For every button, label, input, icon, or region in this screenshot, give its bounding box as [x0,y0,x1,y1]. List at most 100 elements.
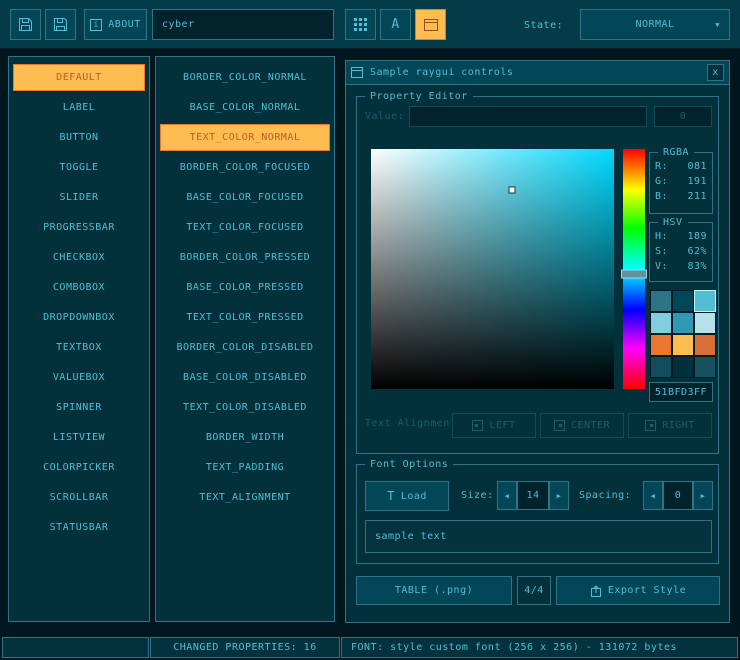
font-info-text: FONT: style custom font (256 x 256) - 13… [351,642,677,653]
save-style-button[interactable] [45,9,76,40]
load-font-button[interactable]: T Load [365,481,449,511]
property-item-text_color_disabled[interactable]: TEXT_COLOR_DISABLED [160,394,330,421]
table-png-button[interactable]: TABLE (.png) [356,576,512,605]
property-item-border_width[interactable]: BORDER_WIDTH [160,424,330,451]
align-left-icon [472,420,483,431]
arrow-left-icon: ◀ [505,492,510,500]
control-item-colorpicker[interactable]: COLORPICKER [13,454,145,481]
value-label: Value: [365,111,404,122]
state-dropdown[interactable]: NORMAL ▼ [580,9,730,40]
close-button[interactable]: x [707,64,724,81]
window-body: Property Editor Value: 0 RGBA [346,86,729,622]
style-name-value: cyber [162,19,195,30]
style-color-swatch[interactable] [650,356,672,378]
style-color-swatch[interactable] [650,290,672,312]
spacing-value-box[interactable]: 0 [663,481,693,510]
control-item-textbox[interactable]: TEXTBOX [13,334,145,361]
property-item-border_color_pressed[interactable]: BORDER_COLOR_PRESSED [160,244,330,271]
load-style-button[interactable] [10,9,41,40]
style-name-input[interactable]: cyber [152,9,334,40]
control-item-default[interactable]: DEFAULT [13,64,145,91]
statusbar-changed-properties: CHANGED PROPERTIES: 16 [150,637,340,658]
align-center-button[interactable]: CENTER [540,413,624,438]
spacing-increase-button[interactable]: ▶ [693,481,713,510]
control-item-listview[interactable]: LISTVIEW [13,424,145,451]
style-color-swatch[interactable] [672,312,694,334]
text-alignment-label: Text Alignment: [365,418,451,429]
style-color-swatch[interactable] [672,290,694,312]
property-item-text_color_normal[interactable]: TEXT_COLOR_NORMAL [160,124,330,151]
spacing-label: Spacing: [579,490,631,501]
arrow-right-icon: ▶ [701,492,706,500]
align-left-button[interactable]: LEFT [452,413,536,438]
grid-icon [354,18,367,31]
property-item-border_color_normal[interactable]: BORDER_COLOR_NORMAL [160,64,330,91]
table-png-label: TABLE (.png) [395,585,473,596]
statusbar-left-segment [2,637,149,658]
property-value-counter[interactable]: 0 [654,106,712,127]
style-table-button[interactable] [345,9,376,40]
font-letter-icon: A [391,17,399,32]
style-color-swatch[interactable] [672,356,694,378]
style-colors-grid [650,290,716,378]
style-color-swatch[interactable] [694,290,716,312]
style-color-swatch[interactable] [672,334,694,356]
control-item-scrollbar[interactable]: SCROLLBAR [13,484,145,511]
size-value-box[interactable]: 14 [517,481,549,510]
rgba-group: RGBA R:081 G:191 B:211 [649,152,713,214]
font-options-group: Font Options T Load Size: ◀ 14 ▶ Spacing… [356,464,719,564]
color-picker-panel[interactable] [371,149,614,389]
style-color-swatch[interactable] [650,312,672,334]
table-page-count: 4/4 [524,585,544,596]
control-item-progressbar[interactable]: PROGRESSBAR [13,214,145,241]
about-label: ABOUT [108,19,141,30]
property-item-base_color_pressed[interactable]: BASE_COLOR_PRESSED [160,274,330,301]
property-value-input[interactable] [409,106,647,127]
hex-color-value: 51BFD3FF [655,387,707,398]
property-item-text_color_focused[interactable]: TEXT_COLOR_FOCUSED [160,214,330,241]
hue-slider-handle[interactable] [621,269,647,278]
control-item-button[interactable]: BUTTON [13,124,145,151]
color-picker-cursor[interactable] [508,186,515,193]
hsv-saturation-row: S:62% [650,244,712,259]
hex-color-input[interactable]: 51BFD3FF [649,382,713,402]
style-color-swatch[interactable] [694,356,716,378]
size-decrease-button[interactable]: ◀ [497,481,517,510]
export-style-button[interactable]: Export Style [556,576,720,605]
hue-bar[interactable] [623,149,645,389]
font-view-button[interactable]: A [380,9,411,40]
align-right-button[interactable]: RIGHT [628,413,712,438]
style-color-swatch[interactable] [650,334,672,356]
hsv-title: HSV [658,216,688,229]
property-item-base_color_disabled[interactable]: BASE_COLOR_DISABLED [160,364,330,391]
property-item-base_color_focused[interactable]: BASE_COLOR_FOCUSED [160,184,330,211]
property-item-base_color_normal[interactable]: BASE_COLOR_NORMAL [160,94,330,121]
style-color-swatch[interactable] [694,312,716,334]
property-item-border_color_disabled[interactable]: BORDER_COLOR_DISABLED [160,334,330,361]
palette-view-button[interactable] [415,9,446,40]
window-titlebar[interactable]: Sample raygui controls x [346,61,729,85]
control-item-combobox[interactable]: COMBOBOX [13,274,145,301]
property-item-border_color_focused[interactable]: BORDER_COLOR_FOCUSED [160,154,330,181]
spacing-decrease-button[interactable]: ◀ [643,481,663,510]
control-item-toggle[interactable]: TOGGLE [13,154,145,181]
control-item-valuebox[interactable]: VALUEBOX [13,364,145,391]
align-right-label: RIGHT [662,420,695,431]
property-item-text_alignment[interactable]: TEXT_ALIGNMENT [160,484,330,511]
control-item-checkbox[interactable]: CHECKBOX [13,244,145,271]
control-item-slider[interactable]: SLIDER [13,184,145,211]
control-item-statusbar[interactable]: STATUSBAR [13,514,145,541]
export-style-label: Export Style [608,585,686,596]
control-item-spinner[interactable]: SPINNER [13,394,145,421]
property-item-text_color_pressed[interactable]: TEXT_COLOR_PRESSED [160,304,330,331]
font-T-icon: T [387,489,395,503]
about-button[interactable]: i ABOUT [84,9,147,40]
style-color-swatch[interactable] [694,334,716,356]
changed-properties-text: CHANGED PROPERTIES: 16 [173,642,316,653]
size-increase-button[interactable]: ▶ [549,481,569,510]
control-item-label[interactable]: LABEL [13,94,145,121]
property-item-text_padding[interactable]: TEXT_PADDING [160,454,330,481]
control-item-dropdownbox[interactable]: DROPDOWNBOX [13,304,145,331]
sample-text-input[interactable]: sample text [365,520,712,553]
align-right-icon [645,420,656,431]
